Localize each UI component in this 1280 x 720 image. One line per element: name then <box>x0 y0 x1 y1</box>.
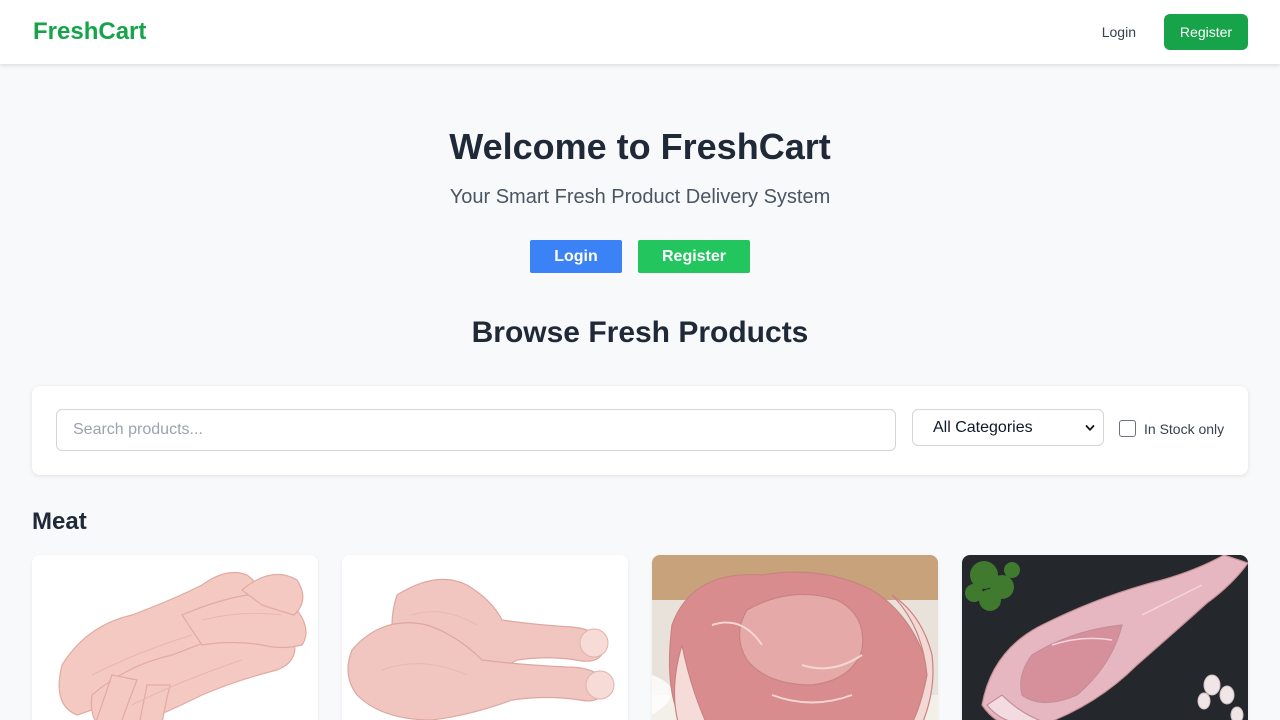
category-select-value: All Categories <box>933 418 1033 436</box>
product-card[interactable] <box>962 555 1248 720</box>
hero-subtitle: Your Smart Fresh Product Delivery System <box>449 186 831 208</box>
hero-title: Welcome to FreshCart <box>449 126 831 167</box>
nav-register-button[interactable]: Register <box>1164 14 1248 50</box>
category-select[interactable]: All Categories <box>912 409 1104 446</box>
top-navbar: FreshCart Login Register <box>0 0 1280 64</box>
brand-logo[interactable]: FreshCart <box>33 18 146 46</box>
product-card[interactable] <box>342 555 628 720</box>
chicken-wings-image <box>32 555 318 720</box>
hero-login-button[interactable]: Login <box>530 240 622 273</box>
nav-login-link[interactable]: Login <box>1092 16 1146 48</box>
product-grid <box>32 555 1248 720</box>
in-stock-filter[interactable]: In Stock only <box>1119 420 1224 437</box>
browse-products-title: Browse Fresh Products <box>471 316 809 349</box>
chevron-down-icon <box>1085 424 1095 431</box>
product-card[interactable] <box>652 555 938 720</box>
nav-actions: Login Register <box>1092 14 1248 50</box>
search-input[interactable] <box>56 409 896 451</box>
chicken-drumsticks-image <box>342 555 628 720</box>
product-card[interactable] <box>32 555 318 720</box>
pork-shoulder-image <box>652 555 938 720</box>
hero-register-button[interactable]: Register <box>638 240 750 273</box>
lamb-leg-image <box>962 555 1248 720</box>
hero-buttons: Login Register <box>0 240 1280 273</box>
filter-panel: All Categories In Stock only <box>32 386 1248 475</box>
in-stock-label: In Stock only <box>1144 420 1225 437</box>
category-heading-meat: Meat <box>32 508 87 535</box>
in-stock-checkbox[interactable] <box>1119 420 1136 437</box>
